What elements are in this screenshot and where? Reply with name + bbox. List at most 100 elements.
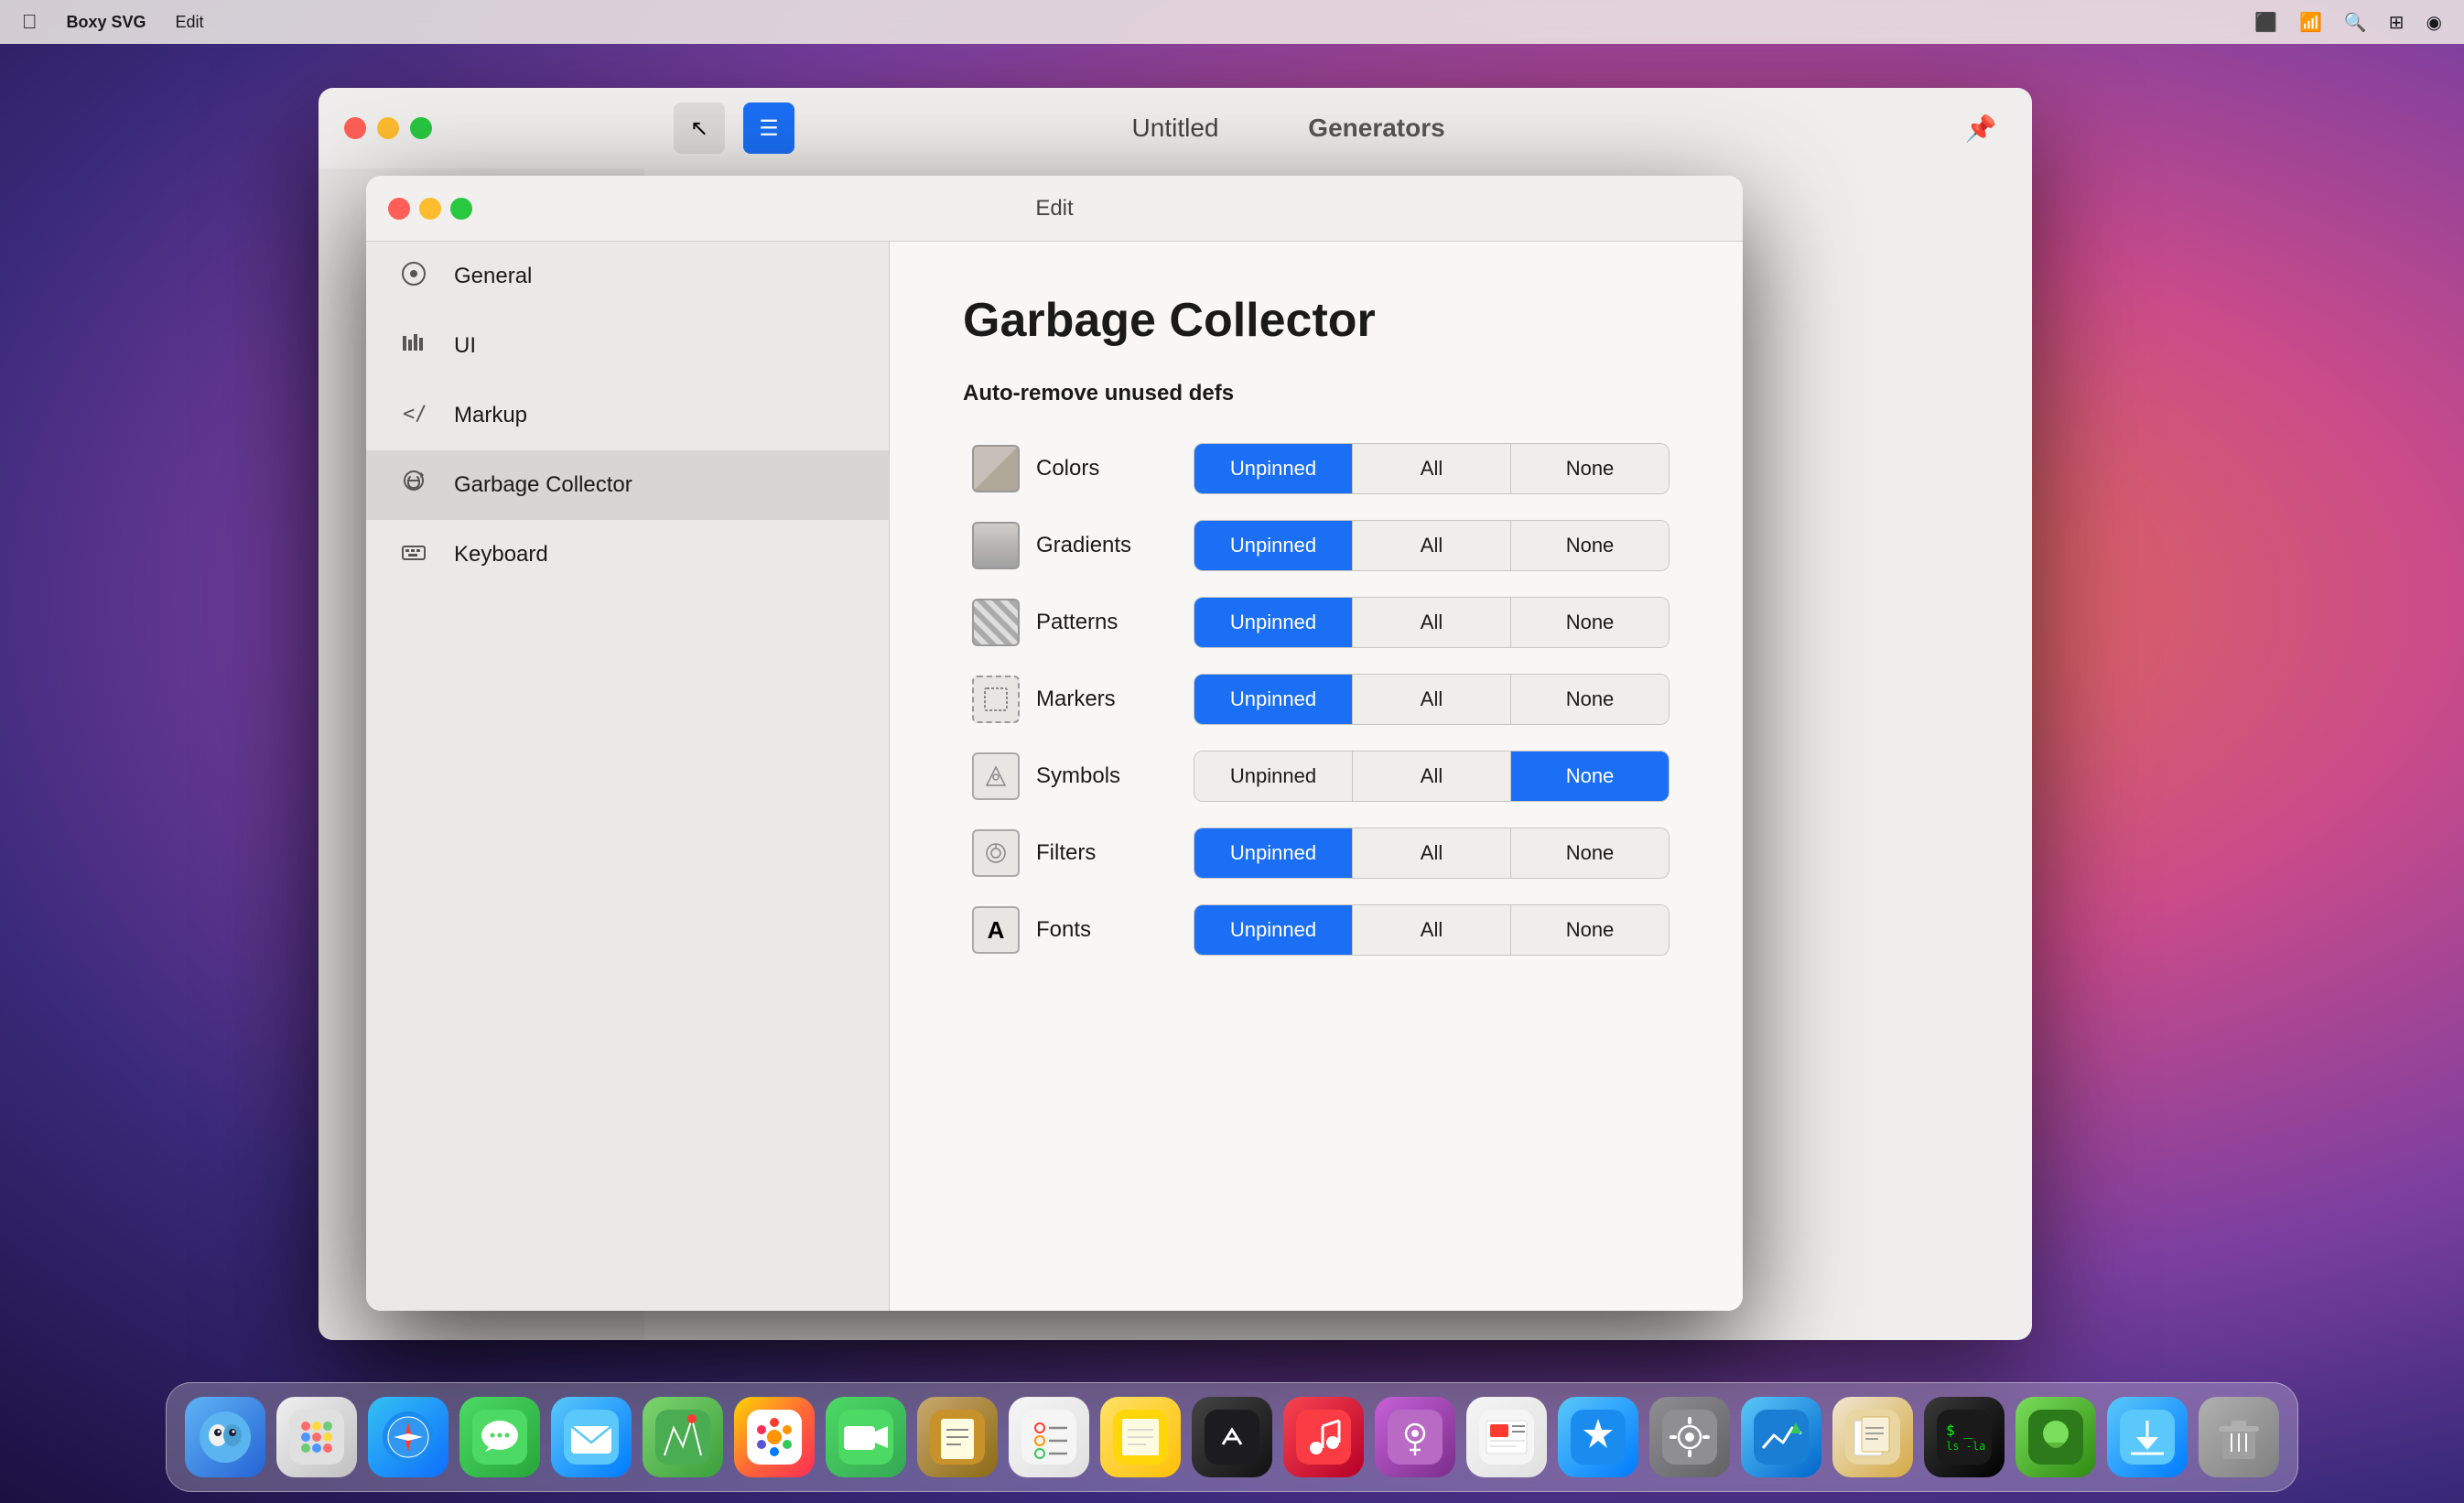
sidebar-item-garbage-collector[interactable]: Garbage Collector	[366, 450, 889, 520]
patterns-btn-group: Unpinned All None	[1194, 597, 1670, 648]
dock-music[interactable]	[1283, 1397, 1364, 1477]
dock-mail[interactable]	[551, 1397, 632, 1477]
dock-app-store[interactable]	[1558, 1397, 1638, 1477]
window-controls-front	[388, 198, 472, 220]
table-row: Symbols Unpinned All None	[963, 743, 1670, 809]
dock-facetime[interactable]	[826, 1397, 906, 1477]
menubar:  Boxy SVG Edit ⬛ 📶 🔍 ⊞ ◉	[0, 0, 2464, 44]
symbols-all-btn[interactable]: All	[1353, 752, 1511, 801]
dock-system-preferences[interactable]	[1649, 1397, 1730, 1477]
colors-unpinned-btn[interactable]: Unpinned	[1194, 444, 1353, 493]
markup-icon: </>	[395, 400, 432, 432]
close-button-back[interactable]	[344, 117, 366, 139]
dock-trash[interactable]	[2199, 1397, 2279, 1477]
window-front-title: Edit	[1035, 196, 1073, 222]
patterns-label: Patterns	[1029, 610, 1194, 635]
patterns-all-btn[interactable]: All	[1353, 598, 1511, 647]
generators-title-back: Generators	[1308, 114, 1444, 143]
maximize-button-front[interactable]	[450, 198, 472, 220]
dock-terminal[interactable]: $ _ ls -la	[1924, 1397, 2005, 1477]
fonts-unpinned-btn[interactable]: Unpinned	[1194, 905, 1353, 955]
control-center-icon[interactable]: ⊞	[2389, 11, 2405, 34]
gradients-icon-box	[972, 522, 1020, 569]
menubar-right-area: ⬛ 📶 🔍 ⊞ ◉	[2254, 11, 2442, 34]
colors-all-btn[interactable]: All	[1353, 444, 1511, 493]
general-icon	[395, 261, 432, 293]
gradients-icon	[963, 513, 1029, 578]
filters-icon	[963, 820, 1029, 886]
dock-messages[interactable]	[459, 1397, 540, 1477]
apple-menu-icon[interactable]: 	[22, 10, 38, 34]
markers-all-btn[interactable]: All	[1353, 675, 1511, 724]
toolbar-active-btn[interactable]: ☰	[743, 103, 794, 154]
markers-icon-box	[972, 676, 1020, 723]
gradients-unpinned-btn[interactable]: Unpinned	[1194, 521, 1353, 570]
menubar-edit[interactable]: Edit	[176, 13, 204, 32]
window-controls-back	[344, 117, 432, 139]
sidebar-label-markup: Markup	[454, 403, 527, 428]
dock-preview[interactable]	[1832, 1397, 1913, 1477]
sidebar-label-garbage-collector: Garbage Collector	[454, 472, 632, 498]
dock-podcasts[interactable]	[1375, 1397, 1455, 1477]
dock-reminders[interactable]	[1009, 1397, 1089, 1477]
dock-alt-meter[interactable]	[1741, 1397, 1821, 1477]
ui-icon	[395, 330, 432, 362]
dock-safari[interactable]	[368, 1397, 448, 1477]
symbols-none-btn[interactable]: None	[1511, 752, 1669, 801]
gradients-all-btn[interactable]: All	[1353, 521, 1511, 570]
dock-downloads[interactable]	[2107, 1397, 2188, 1477]
sidebar-label-general: General	[454, 264, 532, 289]
preferences-sidebar: General UI </> Markup	[366, 242, 890, 1311]
close-button-front[interactable]	[388, 198, 410, 220]
markers-none-btn[interactable]: None	[1511, 675, 1669, 724]
table-row: Patterns Unpinned All None	[963, 589, 1670, 655]
filters-unpinned-btn[interactable]: Unpinned	[1194, 828, 1353, 878]
dock-photos[interactable]	[734, 1397, 815, 1477]
minimize-button-back[interactable]	[377, 117, 399, 139]
symbols-btn-group: Unpinned All None	[1194, 751, 1670, 802]
gradients-none-btn[interactable]: None	[1511, 521, 1669, 570]
toolbar-cursor-btn[interactable]: ↖	[674, 103, 725, 154]
sidebar-item-general[interactable]: General	[366, 242, 889, 311]
maximize-button-back[interactable]	[410, 117, 432, 139]
garbage-collector-icon	[395, 470, 432, 502]
dock-finder[interactable]	[185, 1397, 265, 1477]
symbols-unpinned-btn[interactable]: Unpinned	[1194, 752, 1353, 801]
keyboard-icon	[395, 539, 432, 571]
search-icon[interactable]: 🔍	[2344, 11, 2367, 34]
colors-icon	[963, 436, 1029, 502]
sidebar-item-keyboard[interactable]: Keyboard	[366, 520, 889, 589]
markers-btn-group: Unpinned All None	[1194, 674, 1670, 725]
filters-all-btn[interactable]: All	[1353, 828, 1511, 878]
markers-icon	[963, 666, 1029, 732]
sidebar-item-markup[interactable]: </> Markup	[366, 381, 889, 450]
toolbar-area: ↖ ☰ Generators 📌	[644, 88, 2032, 168]
table-row: Markers Unpinned All None	[963, 666, 1670, 732]
fonts-none-btn[interactable]: None	[1511, 905, 1669, 955]
minimize-button-front[interactable]	[419, 198, 441, 220]
fonts-icon: A	[963, 897, 1029, 963]
fonts-icon-box: A	[972, 906, 1020, 954]
dock-news[interactable]	[1466, 1397, 1547, 1477]
dock-apple-tv[interactable]	[1192, 1397, 1272, 1477]
table-row: Colors Unpinned All None	[963, 436, 1670, 502]
sidebar-label-keyboard: Keyboard	[454, 542, 548, 568]
patterns-unpinned-btn[interactable]: Unpinned	[1194, 598, 1353, 647]
patterns-none-btn[interactable]: None	[1511, 598, 1669, 647]
sidebar-item-ui[interactable]: UI	[366, 311, 889, 381]
dock-launchpad[interactable]	[276, 1397, 357, 1477]
generators-pin-btn[interactable]: 📌	[1959, 106, 2003, 150]
table-row: Gradients Unpinned All None	[963, 513, 1670, 578]
window-front-titlebar: Edit	[366, 176, 1743, 242]
dock-notes[interactable]	[917, 1397, 998, 1477]
colors-none-btn[interactable]: None	[1511, 444, 1669, 493]
siri-icon[interactable]: ◉	[2426, 11, 2442, 34]
markers-unpinned-btn[interactable]: Unpinned	[1194, 675, 1353, 724]
dock-pixelmator[interactable]	[2016, 1397, 2096, 1477]
gradients-btn-group: Unpinned All None	[1194, 520, 1670, 571]
dock-stickies[interactable]	[1100, 1397, 1181, 1477]
menubar-app-name[interactable]: Boxy SVG	[67, 13, 146, 32]
filters-none-btn[interactable]: None	[1511, 828, 1669, 878]
fonts-all-btn[interactable]: All	[1353, 905, 1511, 955]
dock-maps[interactable]	[643, 1397, 723, 1477]
